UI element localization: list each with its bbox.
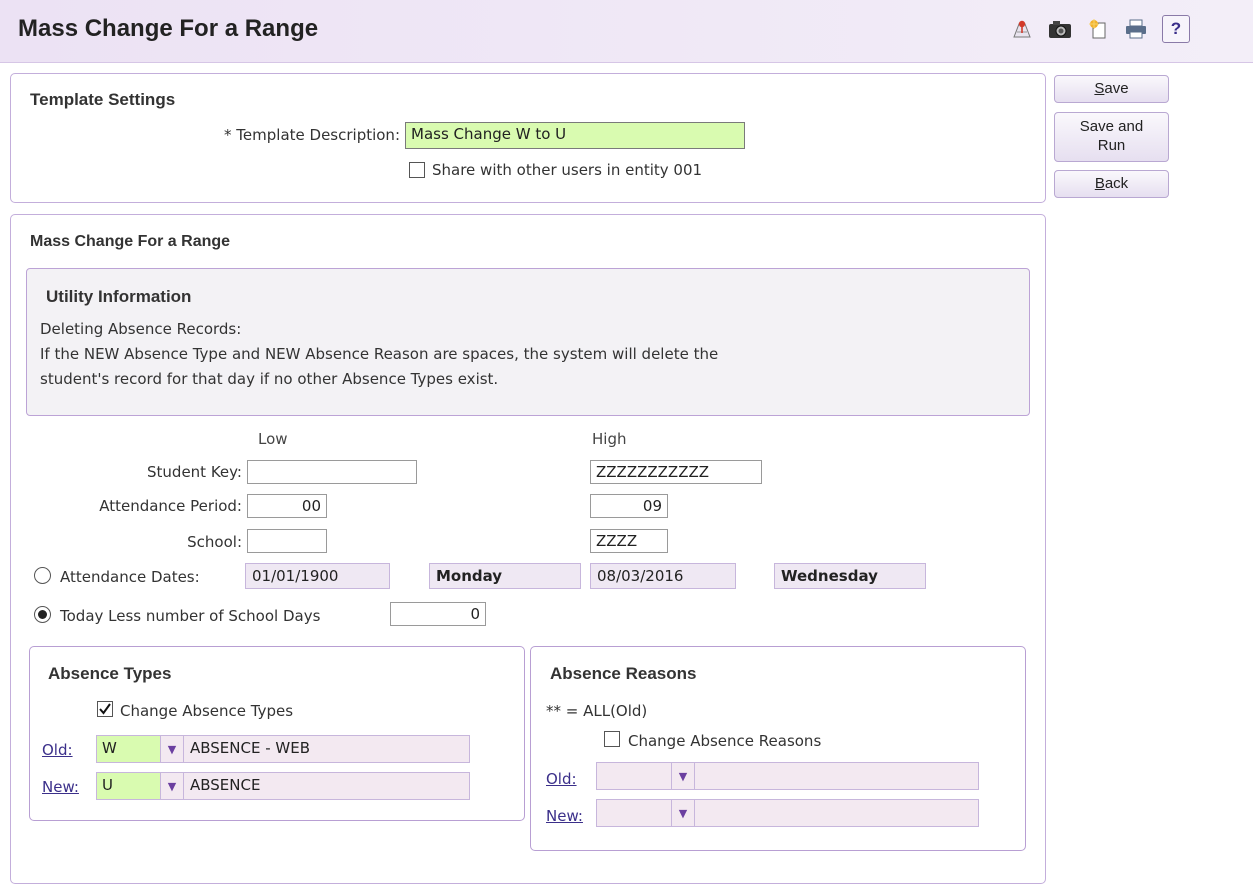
page-title: Mass Change For a Range xyxy=(18,15,319,42)
attendance-date-high: 08/03/2016 xyxy=(590,563,736,589)
attendance-period-label: Attendance Period: xyxy=(99,497,242,515)
utility-line-1: Deleting Absence Records: xyxy=(40,320,242,338)
camera-icon[interactable] xyxy=(1043,15,1077,43)
attendance-day-high: Wednesday xyxy=(774,563,926,589)
share-checkbox[interactable] xyxy=(409,162,425,178)
change-absence-types-label: Change Absence Types xyxy=(120,702,294,720)
absence-type-new-link[interactable]: New: xyxy=(42,778,79,796)
absence-type-new-desc: ABSENCE xyxy=(183,773,469,799)
save-and-run-label-line1: Save and xyxy=(1079,118,1144,135)
absence-reasons-heading: Absence Reasons xyxy=(550,664,697,683)
attendance-date-low: 01/01/1900 xyxy=(245,563,390,589)
chevron-down-icon[interactable]: ▼ xyxy=(160,773,183,799)
radio-selected-dot xyxy=(38,610,47,619)
change-absence-reasons-label: Change Absence Reasons xyxy=(628,732,822,750)
chevron-down-icon[interactable]: ▼ xyxy=(671,763,694,789)
attendance-period-high-input[interactable]: 09 xyxy=(590,494,668,518)
student-key-label: Student Key: xyxy=(147,463,242,481)
template-settings-heading: Template Settings xyxy=(30,90,176,109)
back-button-mnemonic: B xyxy=(1094,175,1105,192)
today-less-label: Today Less number of School Days xyxy=(60,607,321,625)
absence-type-new-code: U xyxy=(97,773,161,799)
absence-reason-old-select[interactable]: ▼ xyxy=(596,762,979,790)
attendance-period-low-input[interactable]: 00 xyxy=(247,494,327,518)
school-high-input[interactable]: ZZZZ xyxy=(590,529,668,553)
back-button[interactable]: Back xyxy=(1054,170,1169,198)
absence-type-old-desc: ABSENCE - WEB xyxy=(183,736,469,762)
absence-types-heading: Absence Types xyxy=(48,664,172,683)
attendance-dates-label: Attendance Dates: xyxy=(60,568,200,586)
utility-info-heading: Utility Information xyxy=(46,287,192,306)
school-low-input[interactable] xyxy=(247,529,327,553)
absence-reasons-all-note: ** = ALL(Old) xyxy=(546,702,648,720)
save-button-label: ave xyxy=(1104,80,1129,97)
absence-reason-new-desc xyxy=(694,800,978,826)
low-header: Low xyxy=(258,430,288,448)
student-key-low-input[interactable] xyxy=(247,460,417,484)
save-button[interactable]: Save xyxy=(1054,75,1169,103)
share-label: Share with other users in entity 001 xyxy=(432,161,703,179)
change-absence-types-checkbox[interactable] xyxy=(97,701,113,717)
change-absence-reasons-checkbox[interactable] xyxy=(604,731,620,747)
help-icon: ? xyxy=(1162,15,1190,43)
save-and-run-label-line2: Run xyxy=(1097,137,1126,154)
absence-type-new-select[interactable]: U ▼ ABSENCE xyxy=(96,772,470,800)
template-description-input[interactable]: Mass Change W to U xyxy=(405,122,745,149)
absence-reason-new-code xyxy=(597,800,671,826)
high-header: High xyxy=(592,430,627,448)
absence-reason-old-link[interactable]: Old: xyxy=(546,770,577,788)
utility-line-3: student's record for that day if no othe… xyxy=(40,370,499,388)
mass-change-heading: Mass Change For a Range xyxy=(30,233,231,250)
chevron-down-icon[interactable]: ▼ xyxy=(160,736,183,762)
attendance-dates-radio[interactable] xyxy=(34,567,51,584)
student-key-high-input[interactable]: ZZZZZZZZZZZ xyxy=(590,460,762,484)
map-pin-icon[interactable] xyxy=(1005,15,1039,43)
absence-reason-new-select[interactable]: ▼ xyxy=(596,799,979,827)
new-page-icon[interactable] xyxy=(1081,15,1115,43)
save-button-mnemonic: S xyxy=(1094,80,1105,97)
print-icon[interactable] xyxy=(1119,15,1153,43)
today-less-input[interactable]: 0 xyxy=(390,602,486,626)
absence-type-old-code: W xyxy=(97,736,161,762)
absence-reason-new-link[interactable]: New: xyxy=(546,807,583,825)
chevron-down-icon[interactable]: ▼ xyxy=(671,800,694,826)
absence-reason-old-desc xyxy=(694,763,978,789)
utility-line-2: If the NEW Absence Type and NEW Absence … xyxy=(40,345,719,363)
school-label: School: xyxy=(187,533,242,551)
absence-reason-old-code xyxy=(597,763,671,789)
back-button-label: ack xyxy=(1104,175,1129,192)
template-description-label: * Template Description: xyxy=(224,126,400,144)
help-button[interactable]: ? xyxy=(1159,15,1193,43)
save-and-run-button[interactable]: Save and Run xyxy=(1054,112,1169,162)
attendance-day-low: Monday xyxy=(429,563,581,589)
today-less-radio[interactable] xyxy=(34,606,51,623)
absence-type-old-link[interactable]: Old: xyxy=(42,741,73,759)
absence-type-old-select[interactable]: W ▼ ABSENCE - WEB xyxy=(96,735,470,763)
